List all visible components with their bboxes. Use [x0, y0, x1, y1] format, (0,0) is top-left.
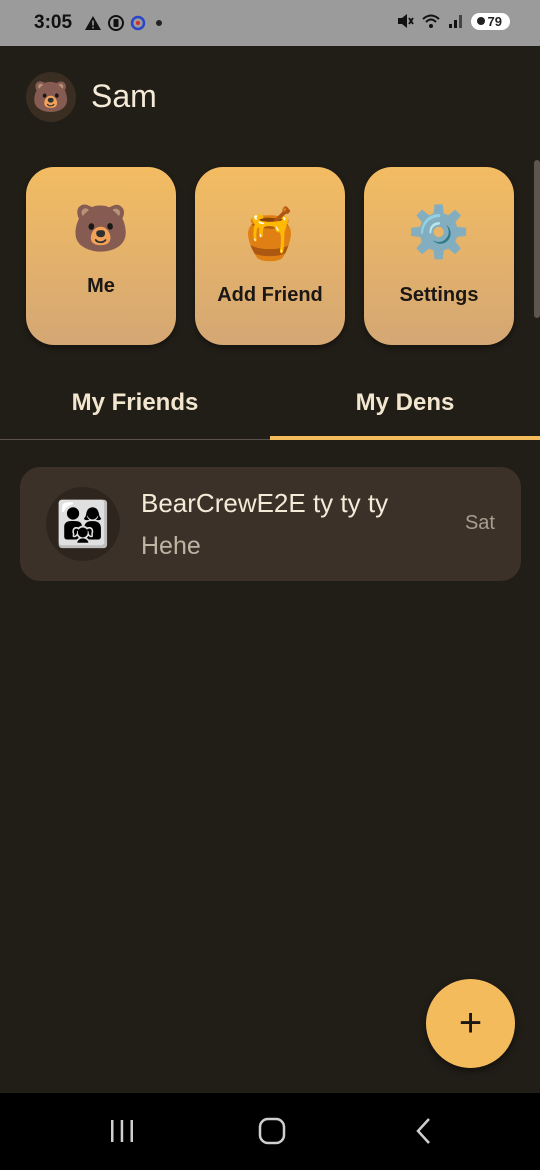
status-icons-right: 79 — [396, 12, 510, 30]
warning-icon — [85, 16, 102, 30]
back-icon — [416, 1118, 430, 1144]
wifi-icon — [421, 14, 440, 28]
den-name: BearCrewE2E ty ty ty — [141, 488, 389, 518]
tab-my-friends[interactable]: My Friends — [0, 389, 270, 417]
battery-icon — [476, 17, 485, 25]
tab-indicator — [270, 436, 540, 440]
den-timestamp: Sat — [464, 512, 495, 534]
status-icons-left — [84, 14, 166, 32]
settings-button[interactable]: ⚙️ Settings — [364, 167, 514, 345]
status-bar: 3:05 79 — [0, 0, 540, 46]
battery-indicator: 79 — [470, 12, 510, 30]
mute-icon — [397, 14, 414, 28]
family-icon: 👨‍👩‍👧 — [46, 487, 120, 561]
plus-icon: + — [458, 1001, 483, 1045]
recording-icon — [108, 15, 125, 31]
username: Sam — [91, 78, 157, 114]
tab-my-dens[interactable]: My Dens — [270, 389, 540, 417]
add-friend-button[interactable]: 🍯 Add Friend — [195, 167, 345, 345]
battery-level: 79 — [487, 13, 502, 29]
app-icon — [130, 15, 146, 31]
add-friend-button-label: Add Friend — [217, 284, 323, 306]
status-time: 3:05 — [34, 12, 73, 33]
navigation-bar — [0, 1093, 540, 1170]
screen: 3:05 79 🐻 Sam 🐻 Me 🍯 Add Friend ⚙️ Setti… — [0, 0, 540, 1170]
honey-pot-icon: 🍯 — [238, 206, 302, 262]
recent-apps-icon — [111, 1120, 133, 1142]
dot-icon — [156, 20, 163, 26]
bear-icon: 🐻 — [72, 202, 130, 254]
back-button[interactable] — [394, 1109, 454, 1153]
settings-button-label: Settings — [399, 284, 479, 306]
den-last-message: Hehe — [141, 532, 201, 560]
signal-icon — [448, 15, 462, 28]
me-button[interactable]: 🐻 Me — [26, 167, 176, 345]
scroll-indicator — [534, 160, 540, 318]
home-icon — [258, 1117, 286, 1145]
den-list-item[interactable]: 👨‍👩‍👧 BearCrewE2E ty ty ty Hehe Sat — [20, 467, 521, 581]
add-den-button[interactable]: + — [426, 979, 515, 1068]
home-button[interactable] — [242, 1109, 302, 1153]
me-button-label: Me — [87, 275, 115, 297]
gear-icon: ⚙️ — [407, 204, 471, 260]
recent-apps-button[interactable] — [92, 1109, 152, 1153]
user-avatar[interactable]: 🐻 — [26, 72, 76, 122]
